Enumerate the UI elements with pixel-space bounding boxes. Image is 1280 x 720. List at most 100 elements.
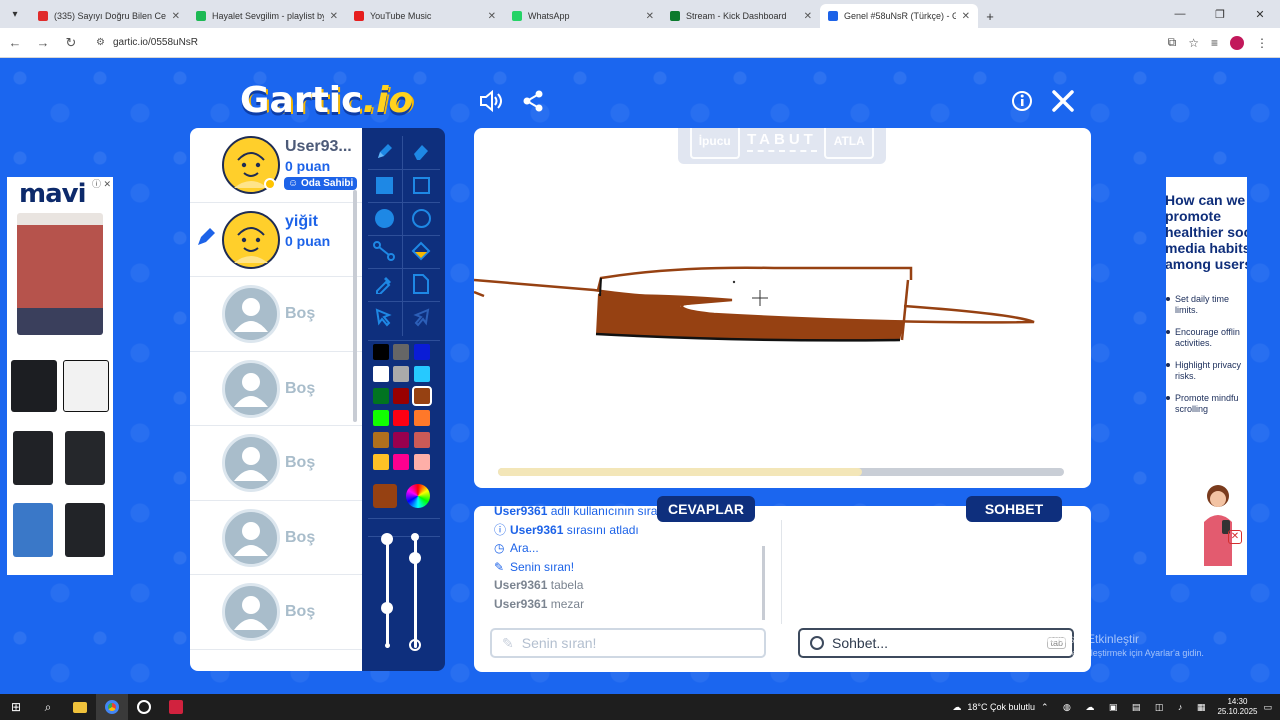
share-icon[interactable]	[520, 88, 546, 114]
color-swatch[interactable]	[373, 410, 389, 426]
browser-tab[interactable]: WhatsApp ✕	[504, 4, 662, 28]
exit-icon[interactable]	[1050, 88, 1076, 114]
ad-product-image[interactable]	[17, 213, 103, 335]
gartic-logo[interactable]: Gartic.io	[240, 80, 413, 121]
bookmark-star-icon[interactable]: ☆	[1188, 36, 1199, 50]
brush-size-knob[interactable]	[381, 602, 393, 614]
ad-product-thumb[interactable]	[65, 431, 105, 485]
player-slot-empty[interactable]: Boş	[190, 426, 362, 501]
notifications-icon[interactable]: ▭	[1263, 702, 1272, 713]
app-icon[interactable]	[128, 694, 160, 720]
color-swatch[interactable]	[393, 388, 409, 404]
color-swatch[interactable]	[373, 344, 389, 360]
undo-tool-icon[interactable]	[367, 301, 401, 333]
canvas-scrollbar-thumb[interactable]	[498, 468, 862, 476]
chrome-icon[interactable]	[96, 694, 128, 720]
color-swatch[interactable]	[414, 410, 430, 426]
browser-tab[interactable]: Hayalet Sevgilim - playlist by y ✕	[188, 4, 346, 28]
ad-product-thumb[interactable]	[11, 360, 57, 412]
player-slot-empty[interactable]: Boş	[190, 277, 362, 352]
color-swatch[interactable]	[393, 410, 409, 426]
ad-close-icon[interactable]: ⓘ ✕	[92, 177, 111, 190]
browser-tab[interactable]: Stream - Kick Dashboard ✕	[662, 4, 820, 28]
answers-scrollbar[interactable]	[762, 546, 765, 620]
color-swatch[interactable]	[393, 454, 409, 470]
redo-tool-icon[interactable]	[404, 301, 438, 333]
browser-tab[interactable]: Genel #58uNsR (Türkçe) - Gartic ✕	[820, 4, 978, 28]
player-row[interactable]: yiğit 0 puan	[190, 203, 362, 277]
site-info-icon[interactable]: ⚙	[96, 37, 105, 48]
message-user[interactable]: User9361	[494, 597, 547, 611]
ad-product-thumb[interactable]	[13, 431, 53, 485]
forward-icon[interactable]: →	[34, 35, 52, 50]
skip-button[interactable]: ATLA	[824, 128, 875, 159]
color-swatch[interactable]	[393, 344, 409, 360]
info-icon[interactable]	[1009, 88, 1035, 114]
tab-chat[interactable]: SOHBET	[966, 496, 1062, 522]
sound-icon[interactable]	[478, 88, 504, 114]
player-slot-empty[interactable]: Boş	[190, 575, 362, 650]
color-swatch[interactable]	[414, 432, 430, 448]
back-icon[interactable]: ←	[6, 35, 24, 50]
url-field[interactable]: ⚙ gartic.io/0558uNsR	[90, 32, 1158, 54]
color-swatch[interactable]	[414, 454, 430, 470]
opacity-knob[interactable]	[409, 552, 421, 564]
answer-input[interactable]: ✎ Senin sıran!	[490, 628, 766, 658]
color-swatch[interactable]	[414, 344, 430, 360]
color-swatch[interactable]	[373, 432, 389, 448]
drawing-canvas[interactable]: İpucu TABUT ATLA	[474, 128, 1091, 488]
ad-product-thumb[interactable]	[13, 503, 53, 557]
color-swatch[interactable]	[373, 366, 389, 382]
tab-search-icon[interactable]: ▾	[0, 0, 30, 28]
message-user[interactable]: User9361	[510, 523, 563, 537]
browser-tab[interactable]: (335) Sayıyı Doğru Bilen Ceza Ye ✕	[30, 4, 188, 28]
file-explorer-icon[interactable]	[64, 694, 96, 720]
right-advertisement[interactable]: How can wepromotehealthier sociamedia ha…	[1166, 177, 1247, 575]
minimize-icon[interactable]: —	[1160, 0, 1200, 28]
tab-close-icon[interactable]: ✕	[804, 11, 812, 22]
profile-avatar[interactable]	[1230, 35, 1244, 50]
player-row[interactable]: User93... 0 puan ☺ Oda Sahibi	[190, 128, 362, 203]
tab-close-icon[interactable]: ✕	[488, 11, 496, 22]
close-window-icon[interactable]: ✕	[1240, 0, 1280, 28]
eyedropper-tool-icon[interactable]	[367, 268, 401, 300]
player-slot-empty[interactable]: Boş	[190, 501, 362, 575]
tab-close-icon[interactable]: ✕	[330, 11, 338, 22]
left-advertisement[interactable]: mavi ⓘ ✕	[7, 177, 113, 575]
brush-size-slider[interactable]	[386, 538, 389, 648]
reload-icon[interactable]: ↻	[62, 35, 80, 51]
tab-close-icon[interactable]: ✕	[646, 11, 654, 22]
maximize-icon[interactable]: ❐	[1200, 0, 1240, 28]
eraser-tool-icon[interactable]	[404, 136, 438, 168]
rectangle-tool-icon[interactable]	[404, 169, 438, 201]
line-tool-icon[interactable]	[367, 235, 401, 267]
ad-product-thumb[interactable]	[63, 360, 109, 412]
color-swatch[interactable]	[414, 366, 430, 382]
ad-close-icon[interactable]: ✕	[1228, 530, 1242, 544]
color-swatch[interactable]	[393, 366, 409, 382]
player-slot-empty[interactable]: Boş	[190, 352, 362, 426]
ad-product-thumb[interactable]	[65, 503, 105, 557]
fill-bucket-tool-icon[interactable]	[404, 235, 438, 267]
canvas-scrollbar[interactable]	[498, 468, 1064, 476]
message-user[interactable]: User9361	[494, 506, 547, 518]
search-icon[interactable]: ⌕	[32, 694, 64, 720]
tab-answers[interactable]: CEVAPLAR	[657, 496, 755, 522]
install-app-icon[interactable]: ⧉	[1168, 35, 1177, 50]
start-icon[interactable]: ⊞	[0, 694, 32, 720]
message-user[interactable]: User9361	[494, 578, 547, 592]
tray-icons[interactable]: ⌃ ◍ ☁ ▣ ▤ ◫ ♪ ▦	[1041, 702, 1211, 713]
color-swatch[interactable]	[393, 432, 409, 448]
new-page-tool-icon[interactable]	[404, 268, 438, 300]
tab-close-icon[interactable]: ✕	[962, 11, 970, 22]
pencil-tool-icon[interactable]	[367, 136, 401, 168]
color-picker-wheel-icon[interactable]	[406, 484, 430, 508]
current-color-swatch[interactable]	[373, 484, 397, 508]
color-swatch[interactable]	[373, 388, 389, 404]
ellipse-tool-icon[interactable]	[404, 202, 438, 234]
color-swatch[interactable]	[373, 454, 389, 470]
browser-menu-icon[interactable]: ⋮	[1256, 36, 1268, 50]
app-icon[interactable]	[160, 694, 192, 720]
weather-text[interactable]: 18°C Çok bulutlu	[967, 702, 1035, 712]
media-controls-icon[interactable]: ≡	[1211, 36, 1218, 50]
